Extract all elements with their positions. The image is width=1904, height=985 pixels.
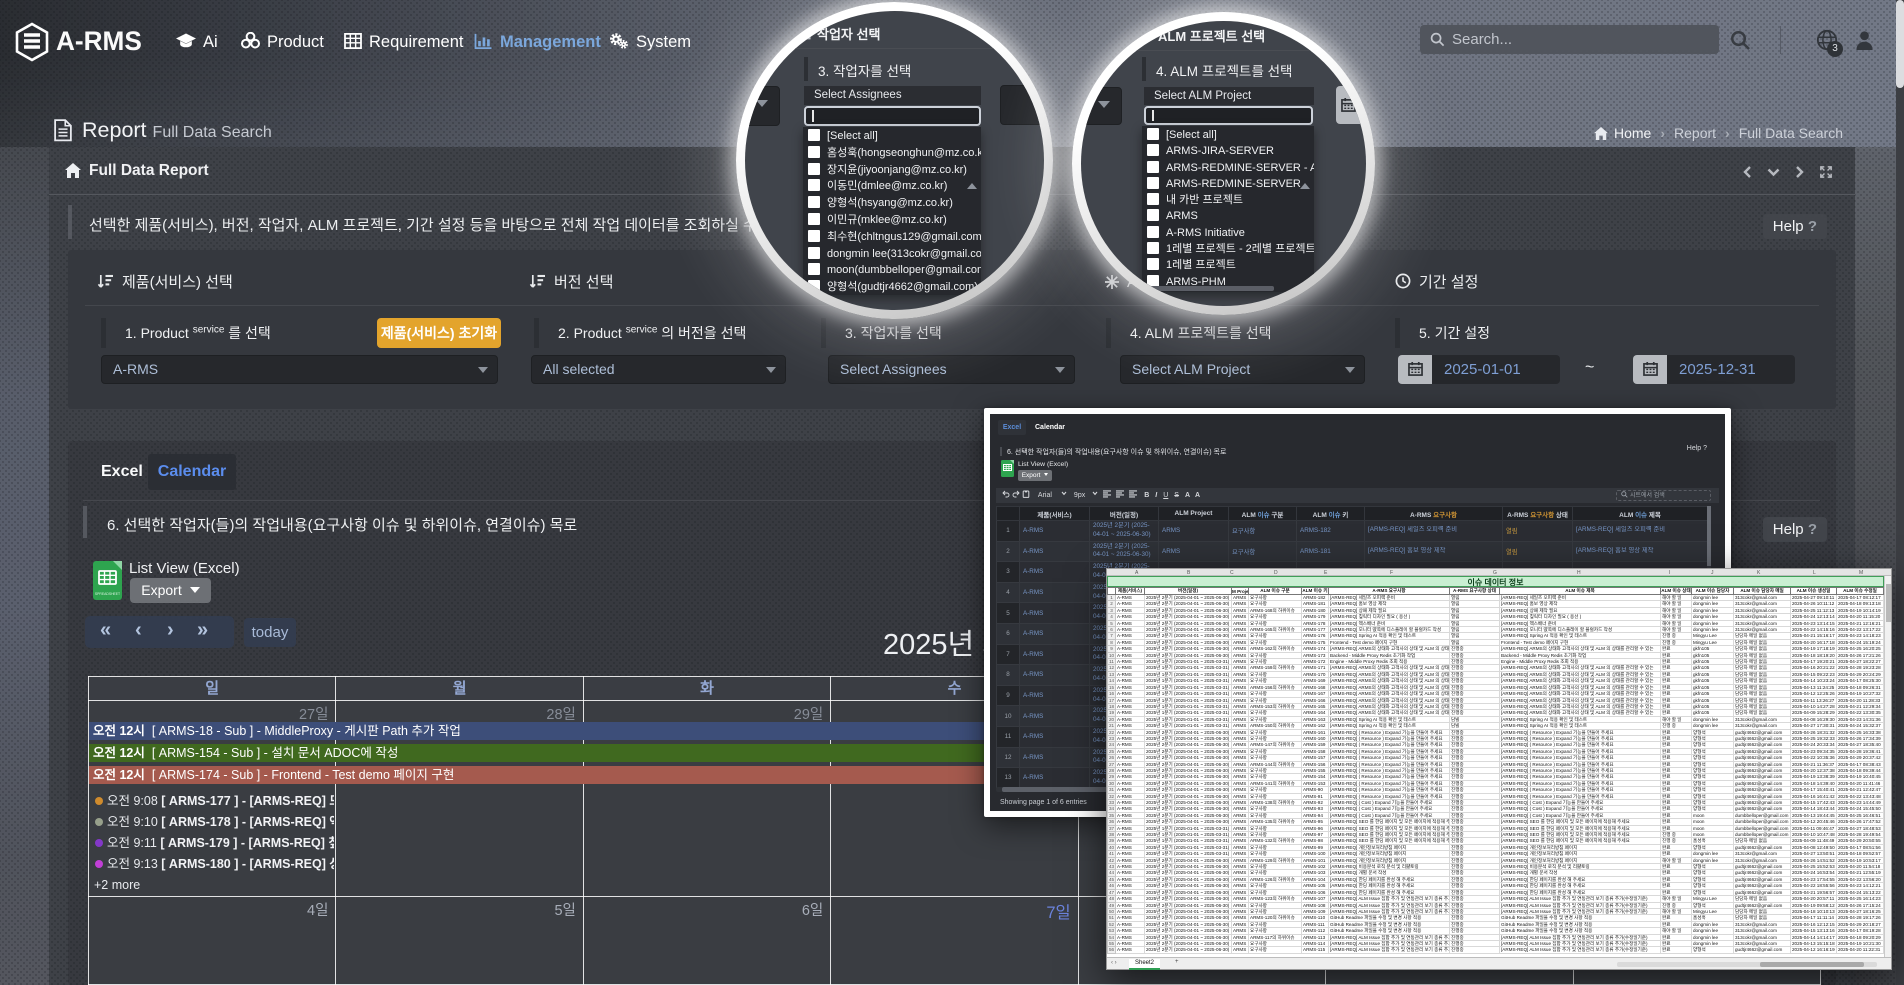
svg-text:SPREADSHEET: SPREADSHEET: [95, 592, 120, 596]
